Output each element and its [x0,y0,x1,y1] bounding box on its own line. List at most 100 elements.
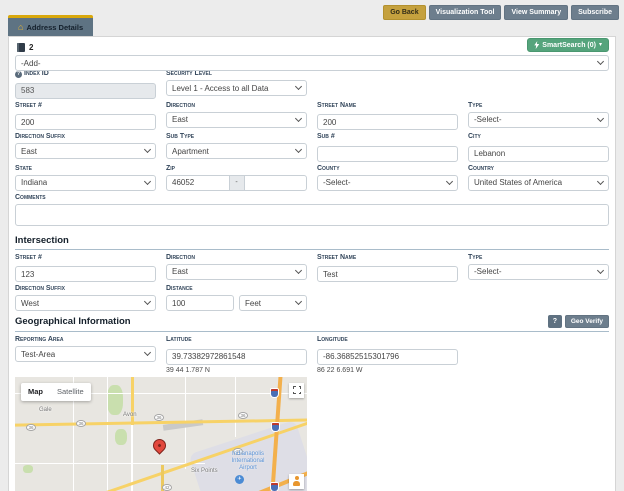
add-dropdown[interactable]: -Add- [15,55,609,71]
type-label: Type [468,102,609,110]
form-row-comments: Comments [15,194,609,231]
int-direction-suffix-label: Direction Suffix [15,285,156,293]
record-book-icon [17,43,25,52]
interstate-shield-icon [271,389,278,397]
geo-verify-button[interactable]: Geo Verify [565,315,609,328]
int-direction-label: Direction [166,254,307,262]
geo-header-buttons: ? Geo Verify [548,315,609,328]
pegman-button[interactable] [289,474,304,489]
chevron-down-icon [295,266,302,273]
field-city: City [468,133,609,162]
direction-suffix-label: Direction Suffix [15,133,156,141]
distance-group: Feet [166,295,307,311]
zip-label: Zip [166,165,307,173]
sub-type-label: Sub Type [166,133,307,141]
field-int-street-no: Street # [15,254,156,283]
county-select[interactable]: -Select- [317,175,458,191]
visualization-tool-button[interactable]: Visualization Tool [429,5,502,20]
security-level-value: Level 1 - Access to all Data [172,84,269,93]
field-int-street-name: Street Name [317,254,458,283]
country-label: Country [468,165,609,173]
direction-label: Direction [166,102,307,110]
country-select[interactable]: United States of America [468,175,609,191]
type-select[interactable]: -Select- [468,112,609,128]
view-summary-button[interactable]: View Summary [504,5,568,20]
security-level-select[interactable]: Level 1 - Access to all Data [166,80,307,96]
field-zip: Zip - [166,165,307,191]
county-label: County [317,165,458,173]
map-type-satellite-button[interactable]: Satellite [50,387,91,396]
map-type-map-button[interactable]: Map [21,387,50,396]
field-state: State Indiana [15,165,156,191]
map-marker-icon[interactable] [150,436,168,454]
distance-unit-select[interactable]: Feet [239,295,307,311]
sub-type-select[interactable]: Apartment [166,143,307,159]
fullscreen-button[interactable] [289,383,304,398]
int-type-value: -Select- [474,267,502,276]
zip-ext-input[interactable] [244,175,308,191]
map-place-label: Gale [39,407,52,413]
longitude-input[interactable] [317,349,458,365]
state-label: State [15,165,156,173]
field-sub-no: Sub # [317,133,458,162]
form-row-3: Direction Suffix East Sub Type Apartment… [15,133,609,162]
int-street-name-label: Street Name [317,254,458,262]
latitude-input[interactable] [166,349,307,365]
int-street-no-input[interactable] [15,266,156,282]
interstate-shield-icon [271,483,278,491]
address-panel: 2 SmartSearch (0) ▾ -Add- ? Index ID [8,36,616,491]
map-type-control: Map Satellite [21,383,91,401]
county-value: -Select- [323,178,351,187]
street-name-input[interactable] [317,114,458,130]
int-direction-suffix-select[interactable]: West [15,295,156,311]
city-input[interactable] [468,146,609,162]
zip-input[interactable] [166,175,230,191]
sub-no-input[interactable] [317,146,458,162]
go-back-button[interactable]: Go Back [383,5,425,20]
state-select[interactable]: Indiana [15,175,156,191]
direction-select[interactable]: East [166,112,307,128]
field-distance: Distance Feet [166,285,307,311]
tab-address-details[interactable]: ⌂ Address Details [8,15,93,36]
street-no-input[interactable] [15,114,156,130]
green-area [115,429,127,445]
map-canvas[interactable]: 36 36 36 36 42 42 Gale Avon Six Points P… [15,377,307,491]
chevron-down-icon [446,177,453,184]
intersection-row-1: Street # Direction East Street Name Type… [15,254,609,283]
map-place-label: Avon [123,412,137,418]
comments-textarea[interactable] [15,204,609,226]
smartsearch-button[interactable]: SmartSearch (0) ▾ [527,38,609,52]
reporting-area-select[interactable]: Test-Area [15,346,156,362]
security-level-label: Security Level [166,70,307,78]
chevron-down-icon [144,349,151,356]
state-value: Indiana [21,178,47,187]
geo-help-button[interactable]: ? [548,315,562,328]
reporting-area-value: Test-Area [21,350,55,359]
address-home-icon: ⌂ [18,23,23,32]
latitude-dms: 39 44 1.787 N [166,367,307,374]
chevron-down-icon [295,83,302,90]
direction-suffix-select[interactable]: East [15,143,156,159]
chevron-down-icon [597,58,604,65]
pegman-icon [293,476,300,486]
map-marker-dot [157,443,161,447]
caret-down-icon: ▾ [599,42,602,48]
interstate-shield-icon [272,423,279,431]
road [107,377,108,491]
chevron-down-icon [144,146,151,153]
form-row-1: ? Index ID Security Level Level 1 - Acce… [15,70,609,99]
chevron-down-icon [295,114,302,121]
reporting-area-label: Reporting Area [15,336,156,344]
int-street-name-input[interactable] [317,266,458,282]
field-comments: Comments [15,194,609,231]
subscribe-button[interactable]: Subscribe [571,5,619,20]
index-id-label: ? Index ID [15,70,156,78]
info-icon: ? [15,71,22,78]
int-type-select[interactable]: -Select- [468,264,609,280]
type-value: -Select- [474,115,502,124]
int-direction-select[interactable]: East [166,264,307,280]
comments-label: Comments [15,194,609,202]
zip-group: - [166,175,307,191]
distance-input[interactable] [166,295,234,311]
airport-label-line: International [219,458,277,465]
